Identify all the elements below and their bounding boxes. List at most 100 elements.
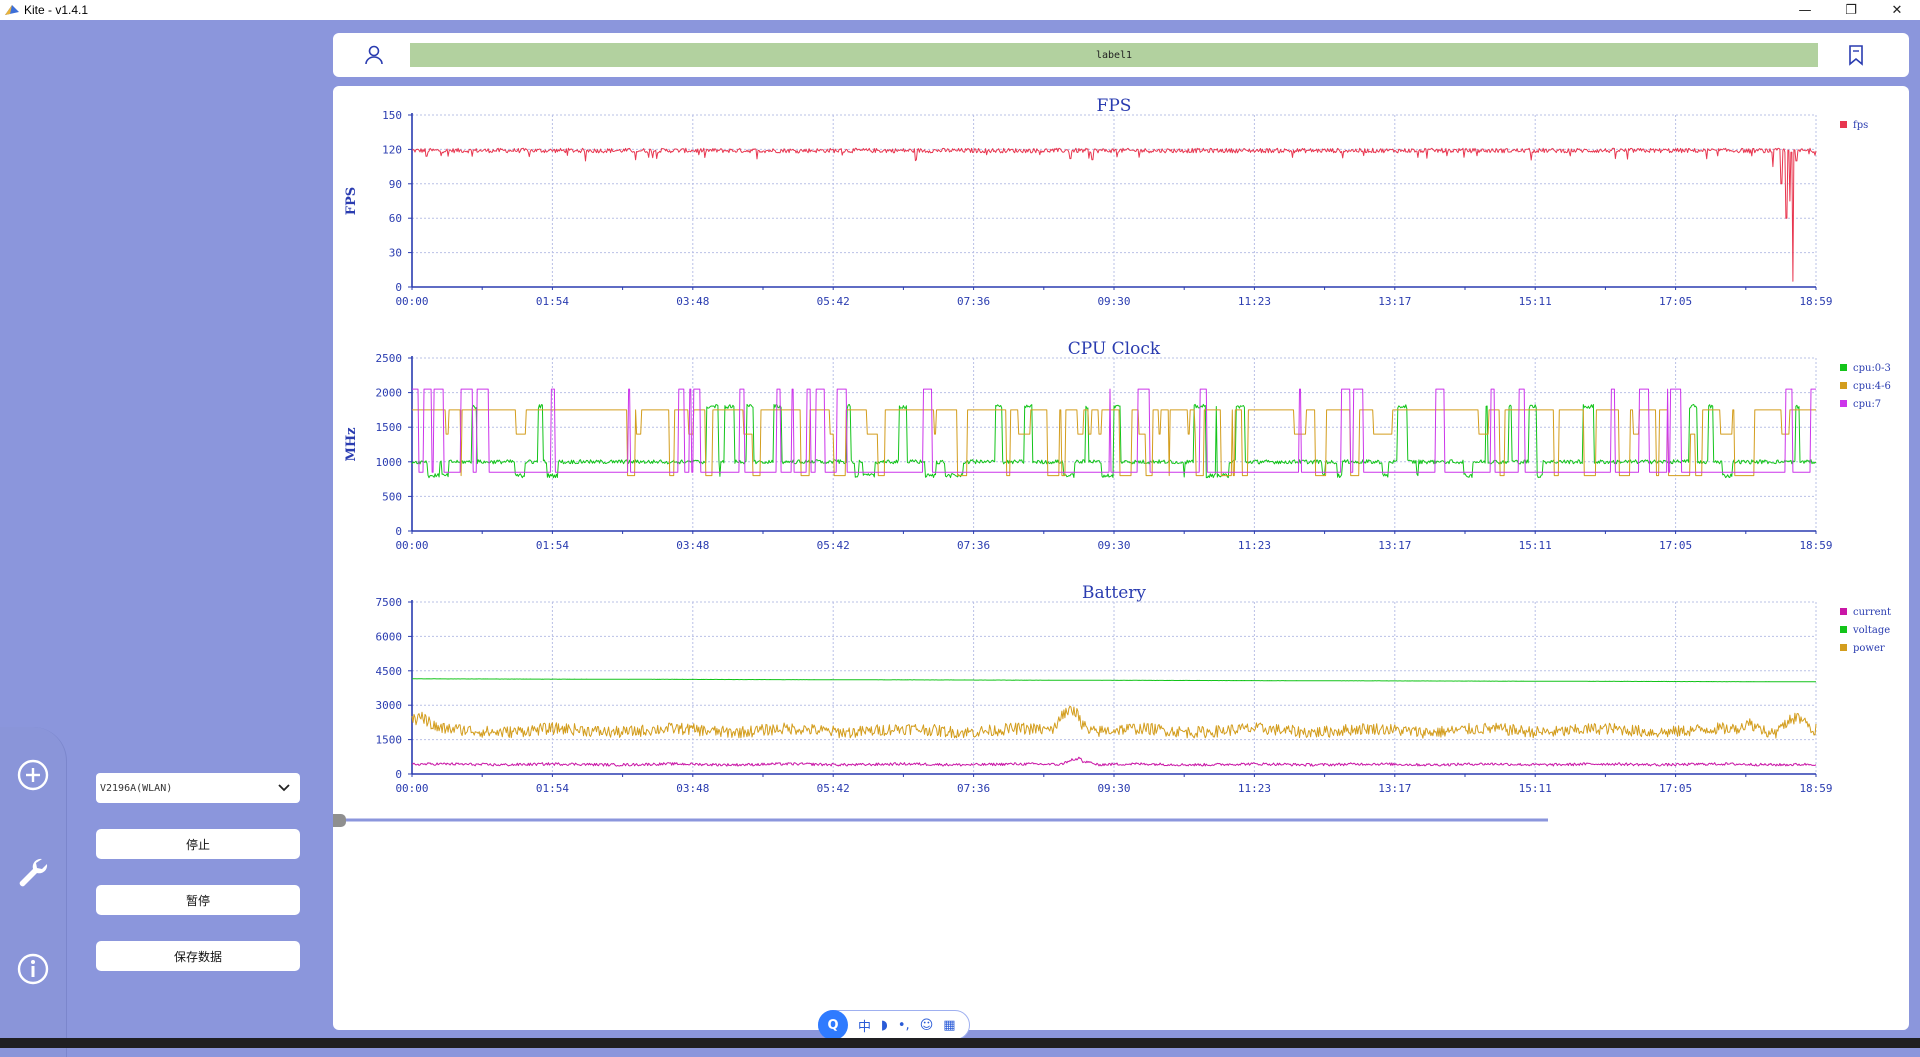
x-tick-label: 09:30 [1097,782,1130,795]
x-tick-label: 11:23 [1238,782,1271,795]
x-tick-label: 00:00 [395,539,428,552]
y-tick-label: 0 [395,281,402,294]
chart-title: FPS [1097,96,1132,116]
x-tick-label: 17:05 [1659,782,1692,795]
y-tick-label: 7500 [376,596,403,609]
y-tick-label: 0 [395,768,402,781]
chart-battery: Battery 00:00 01:54 03:48 05:42 07:36 09:30 11:… [376,583,1891,795]
legend-label: current [1853,607,1891,618]
x-tick-label: 07:36 [957,539,990,552]
taskbar [0,1038,1920,1048]
bookmark-icon[interactable] [1847,44,1865,66]
charts-svg: FPS 00:00 01:54 03:48 05:42 07:36 09:30 11:23 13… [333,96,1891,827]
x-tick-label: 13:17 [1378,539,1411,552]
ime-logo-icon[interactable]: Q [818,1010,848,1040]
y-tick-label: 1500 [376,734,403,747]
legend-label: fps [1853,120,1868,131]
stop-button[interactable]: 停止 [96,829,300,859]
y-tick-label: 60 [389,212,402,225]
y-axis-label: MHz [344,427,359,461]
x-tick-label: 17:05 [1659,295,1692,308]
y-tick-label: 3000 [376,699,403,712]
wrench-icon[interactable] [13,852,53,892]
status-label-bar: label1 [410,43,1818,67]
x-tick-label: 01:54 [536,539,569,552]
chevron-down-icon [278,784,290,792]
x-tick-label: 15:11 [1519,782,1552,795]
y-axis-label: FPS [344,187,359,215]
y-tick-label: 0 [395,525,402,538]
status-label: label1 [1095,49,1133,61]
ime-toolbox-icon[interactable]: ▦ [943,1018,955,1033]
legend-swatch [1840,626,1847,633]
y-tick-label: 150 [382,109,402,122]
x-tick-label: 01:54 [536,295,569,308]
legend-label: cpu:7 [1853,399,1881,410]
y-tick-label: 90 [389,178,402,191]
x-tick-label: 03:48 [676,782,709,795]
legend-swatch [1840,608,1847,615]
legend-label: cpu:4-6 [1853,381,1891,392]
legend-label: power [1853,643,1885,654]
chart-cpu-clock: CPU Clock 00:00 01:54 03:48 05:42 07:36 09:30 1… [344,339,1891,552]
range-slider-handle [333,814,346,827]
x-tick-label: 03:48 [676,295,709,308]
user-icon[interactable] [363,44,385,66]
plus-circle-icon[interactable] [13,755,53,795]
x-tick-label: 18:59 [1799,295,1832,308]
device-select[interactable]: V2196A(WLAN) [96,773,300,803]
y-tick-label: 2500 [376,352,403,365]
chart-fps: FPS 00:00 01:54 03:48 05:42 07:36 09:30 11:23 13… [344,96,1868,308]
x-tick-label: 07:36 [957,782,990,795]
charts-panel: FPS 00:00 01:54 03:48 05:42 07:36 09:30 11:23 13… [333,86,1909,1030]
x-tick-label: 05:42 [817,539,850,552]
x-tick-label: 00:00 [395,295,428,308]
ime-toolbar[interactable]: Q 中 ◗ •, ☺ ▦ [818,1010,970,1040]
chart-title: Battery [1082,583,1146,603]
x-tick-label: 13:17 [1378,295,1411,308]
y-tick-label: 6000 [376,630,403,643]
ime-language[interactable]: 中 [858,1016,871,1035]
legend-swatch [1840,364,1847,371]
restore-button[interactable]: ❐ [1828,0,1874,20]
title-bar: Kite - v1.4.1 — ❐ ✕ [0,0,1920,20]
legend-swatch [1840,644,1847,651]
ime-punctuation-icon[interactable]: •, [898,1018,910,1033]
x-tick-label: 01:54 [536,782,569,795]
x-tick-label: 15:11 [1519,539,1552,552]
y-tick-label: 4500 [376,665,403,678]
save-data-button[interactable]: 保存数据 [96,941,300,971]
legend-swatch [1840,121,1847,128]
y-tick-label: 120 [382,143,402,156]
x-tick-label: 18:59 [1799,782,1832,795]
chart-title: CPU Clock [1068,339,1161,359]
minimize-button[interactable]: — [1782,0,1828,20]
device-select-value: V2196A(WLAN) [100,782,173,794]
ime-moon-icon[interactable]: ◗ [881,1018,888,1033]
pause-button[interactable]: 暂停 [96,885,300,915]
x-tick-label: 00:00 [395,782,428,795]
x-tick-label: 07:36 [957,295,990,308]
y-tick-label: 30 [389,247,402,260]
y-tick-label: 1500 [376,421,403,434]
x-tick-label: 05:42 [817,295,850,308]
x-tick-label: 03:48 [676,539,709,552]
legend-label: voltage [1852,625,1890,636]
x-tick-label: 17:05 [1659,539,1692,552]
window-title: Kite - v1.4.1 [24,3,89,17]
legend-swatch [1840,382,1847,389]
left-panel: V2196A(WLAN) 停止 暂停 保存数据 [0,20,332,1057]
legend-label: cpu:0-3 [1853,363,1891,374]
y-tick-label: 500 [382,490,402,503]
legend-swatch [1840,400,1847,407]
x-tick-label: 18:59 [1799,539,1832,552]
ime-emoji-icon[interactable]: ☺ [920,1018,934,1033]
info-icon[interactable] [13,949,53,989]
x-tick-label: 11:23 [1238,295,1271,308]
kite-app-icon [5,5,19,15]
y-tick-label: 1000 [376,456,403,469]
x-tick-label: 05:42 [817,782,850,795]
close-button[interactable]: ✕ [1874,0,1920,20]
x-tick-label: 11:23 [1238,539,1271,552]
x-tick-label: 15:11 [1519,295,1552,308]
